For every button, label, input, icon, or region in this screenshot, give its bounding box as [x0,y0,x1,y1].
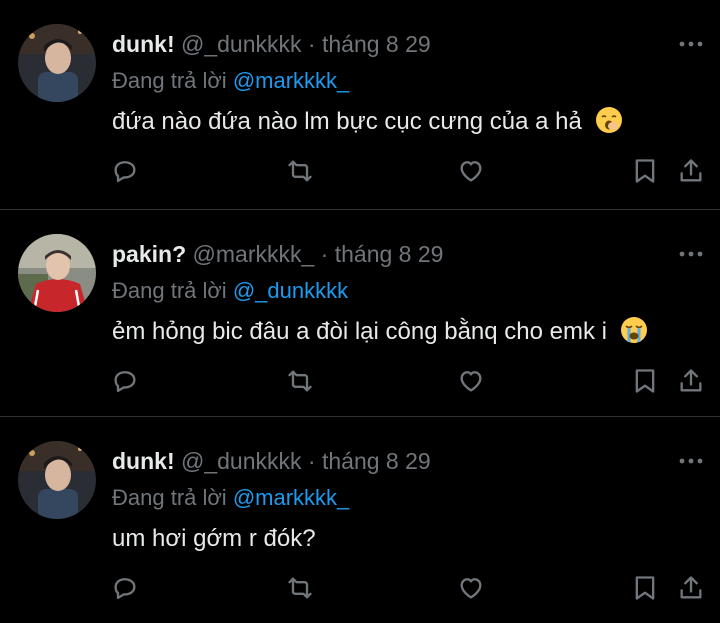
share-icon[interactable] [674,154,708,188]
avatar[interactable] [18,441,96,519]
tweet-text: ẻm hỏng bic đâu a đòi lại công bằnq cho … [112,316,648,353]
mention-link[interactable]: @markkkk_ [233,68,349,93]
handle[interactable]: @markkkk_ [193,241,315,267]
bookmark-icon[interactable] [628,154,662,188]
mention-link[interactable]: @_dunkkkk [233,278,348,303]
like-icon[interactable] [454,364,488,398]
replying-to-label: Đang trả lời [112,278,227,303]
loudly-crying-face-emoji [620,316,648,353]
replying-to: Đang trả lời @markkkk_ [112,484,349,512]
avatar[interactable] [18,24,96,102]
reply-icon[interactable] [108,571,142,605]
reply-icon[interactable] [108,154,142,188]
retweet-icon[interactable] [283,364,317,398]
display-name[interactable]: pakin? [112,241,186,267]
replying-to: Đang trả lời @markkkk_ [112,67,349,95]
tweet-header: dunk! @_dunkkkk · tháng 8 29 [112,447,431,475]
avatar[interactable] [18,234,96,312]
yawning-face-emoji [595,106,623,143]
like-icon[interactable] [454,154,488,188]
retweet-icon[interactable] [283,571,317,605]
bookmark-icon[interactable] [628,571,662,605]
tweet[interactable]: dunk! @_dunkkkk · tháng 8 29 Đang trả lờ… [0,0,720,210]
tweet[interactable]: dunk! @_dunkkkk · tháng 8 29 Đang trả lờ… [0,417,720,623]
mention-link[interactable]: @markkkk_ [233,485,349,510]
tweet-text: đứa nào đứa nào lm bực cục cưng của a hả [112,106,623,143]
timestamp[interactable]: tháng 8 29 [322,31,431,57]
tweet-text-content: ẻm hỏng bic đâu a đòi lại công bằnq cho … [112,318,607,345]
share-icon[interactable] [674,571,708,605]
tweet-text-content: đứa nào đứa nào lm bực cục cưng của a hả [112,108,582,135]
tweet[interactable]: pakin? @markkkk_ · tháng 8 29 Đang trả l… [0,210,720,417]
tweet-actions [0,154,720,188]
tweet-text: um hơi gớm r đók? [112,523,316,555]
more-options-icon[interactable] [676,447,706,475]
share-icon[interactable] [674,364,708,398]
tweet-header: dunk! @_dunkkkk · tháng 8 29 [112,30,431,58]
more-options-icon[interactable] [676,240,706,268]
separator: · [307,31,316,57]
timestamp[interactable]: tháng 8 29 [322,448,431,474]
retweet-icon[interactable] [283,154,317,188]
reply-icon[interactable] [108,364,142,398]
replying-to: Đang trả lời @_dunkkkk [112,277,348,305]
tweet-feed: dunk! @_dunkkkk · tháng 8 29 Đang trả lờ… [0,0,720,623]
handle[interactable]: @_dunkkkk [181,31,302,57]
replying-to-label: Đang trả lời [112,485,227,510]
tweet-actions [0,571,720,605]
replying-to-label: Đang trả lời [112,68,227,93]
like-icon[interactable] [454,571,488,605]
separator: · [307,448,316,474]
timestamp[interactable]: tháng 8 29 [335,241,444,267]
more-options-icon[interactable] [676,30,706,58]
tweet-text-content: um hơi gớm r đók? [112,525,316,552]
separator: · [320,241,329,267]
handle[interactable]: @_dunkkkk [181,448,302,474]
display-name[interactable]: dunk! [112,31,175,57]
tweet-actions [0,364,720,398]
tweet-header: pakin? @markkkk_ · tháng 8 29 [112,240,443,268]
bookmark-icon[interactable] [628,364,662,398]
display-name[interactable]: dunk! [112,448,175,474]
